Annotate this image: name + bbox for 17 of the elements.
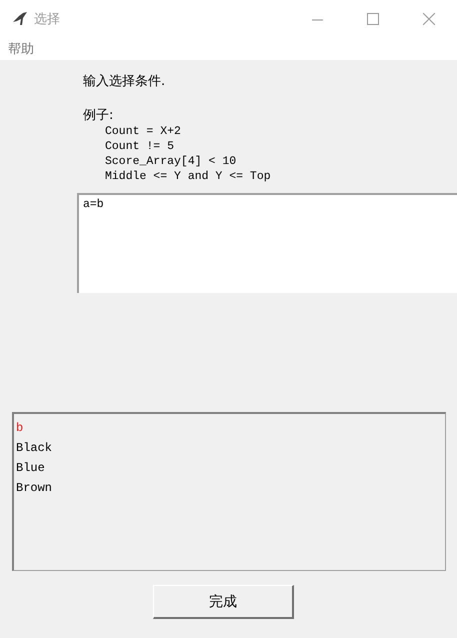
prompt-text: 输入选择条件. (83, 73, 166, 90)
window-title: 选择 (34, 11, 61, 28)
example-line: Middle <= Y and Y <= Top (105, 169, 272, 184)
example-line: Count = X+2 (105, 124, 182, 139)
list-item[interactable]: Brown (16, 478, 443, 498)
done-button[interactable]: 完成 (153, 585, 294, 619)
examples-label: 例子: (83, 107, 114, 124)
list-item[interactable]: b (16, 418, 443, 438)
menu-item[interactable]: 帮助 (0, 40, 44, 58)
list-item[interactable]: Blue (16, 458, 443, 478)
close-icon (423, 13, 435, 25)
maximize-icon (367, 13, 379, 25)
example-line: Count != 5 (105, 139, 176, 154)
bird-icon (12, 10, 30, 28)
list-item[interactable]: Black (16, 438, 443, 458)
condition-field[interactable]: a=b (77, 193, 457, 293)
example-line: Score_Array[4] < 10 (105, 154, 238, 169)
